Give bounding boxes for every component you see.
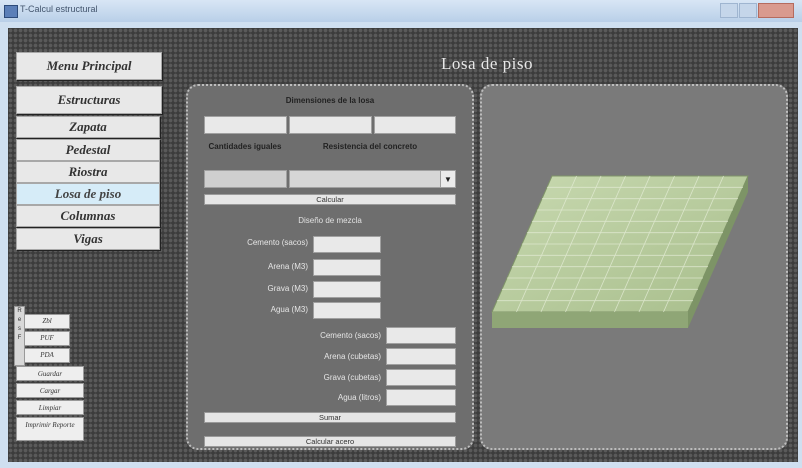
- mezcla-label-arena: Arena (M3): [267, 262, 308, 271]
- resumen-field-grava[interactable]: [386, 369, 456, 386]
- close-button[interactable]: [758, 3, 794, 18]
- menu-item-columnas[interactable]: Columnas: [16, 205, 160, 227]
- mezcla-label-agua: Agua (M3): [270, 305, 308, 314]
- resumen-label-agua: Agua (litros): [337, 393, 381, 402]
- resumen-field-cemento[interactable]: [386, 327, 456, 344]
- mezcla-field-agua[interactable]: [313, 302, 381, 319]
- unit-strip-letter: F: [17, 335, 22, 341]
- resumen-field-agua[interactable]: [386, 389, 456, 406]
- resumen-label-arena: Arena (cubetas): [324, 352, 381, 361]
- resistencia-label: Resistencia del concreto: [322, 142, 418, 151]
- slab-illustration: [491, 175, 749, 328]
- maximize-button[interactable]: [739, 3, 757, 18]
- estructuras-button[interactable]: Estructuras: [16, 86, 162, 114]
- cantidades-label: Cantidades iguales: [208, 142, 282, 151]
- cargar-button[interactable]: Cargar: [16, 383, 84, 398]
- minimize-button[interactable]: [720, 3, 738, 18]
- menu-item-riostra[interactable]: Riostra: [16, 161, 160, 183]
- menu-item-losa-de-piso[interactable]: Losa de piso: [16, 183, 160, 205]
- imprimir-reporte-button[interactable]: Imprimir Reporte: [16, 417, 84, 441]
- slab-shape: [491, 175, 749, 328]
- mezcla-field-grava[interactable]: [313, 281, 381, 298]
- unit-strip-letter: e: [17, 317, 22, 323]
- unit-strip-letter: s: [18, 326, 21, 332]
- calcular-acero-button[interactable]: Calcular acero: [204, 436, 456, 447]
- dim-field-3[interactable]: [374, 116, 456, 134]
- dim-field-1[interactable]: [204, 116, 287, 134]
- unit-button-pda[interactable]: PDA: [24, 348, 70, 363]
- title-bar: T-Calcul estructural: [0, 0, 802, 22]
- unit-button-puf[interactable]: PUF: [24, 331, 70, 346]
- mezcla-label-cemento: Cemento (sacos): [247, 238, 308, 247]
- menu-item-zapata[interactable]: Zapata: [16, 116, 160, 138]
- app-icon: [4, 5, 18, 18]
- menu-principal-button[interactable]: Menu Principal: [16, 52, 162, 80]
- resumen-label-cemento: Cemento (sacos): [320, 331, 381, 340]
- section-header: Losa de piso: [186, 46, 788, 82]
- dim-field-2[interactable]: [289, 116, 372, 134]
- resistencia-dropdown[interactable]: ▼: [289, 170, 456, 188]
- unit-button-zbl[interactable]: Zbl: [24, 314, 70, 329]
- mezcla-field-cemento[interactable]: [313, 236, 381, 253]
- menu-item-pedestal[interactable]: Pedestal: [16, 139, 160, 161]
- cantidad-field[interactable]: [204, 170, 287, 188]
- dimensiones-label: Dimensiones de la losa: [285, 96, 375, 105]
- chevron-down-icon[interactable]: ▼: [440, 171, 455, 187]
- window-title: T-Calcul estructural: [20, 4, 98, 14]
- resumen-label-grava: Grava (cubetas): [323, 373, 381, 382]
- limpiar-button[interactable]: Limpiar: [16, 400, 84, 415]
- unit-strip-letter: R: [17, 308, 22, 314]
- mezcla-label-grava: Grava (M3): [267, 284, 308, 293]
- menu-item-vigas[interactable]: Vigas: [16, 228, 160, 250]
- mezcla-field-arena[interactable]: [313, 259, 381, 276]
- page-title: Losa de piso: [441, 54, 533, 73]
- diseno-mezcla-label: Diseño de mezcla: [298, 216, 362, 225]
- sumar-button[interactable]: Sumar: [204, 412, 456, 423]
- calcular-button[interactable]: Calcular: [204, 194, 456, 205]
- guardar-button[interactable]: Guardar: [16, 366, 84, 381]
- window-controls: [720, 3, 794, 18]
- resumen-field-arena[interactable]: [386, 348, 456, 365]
